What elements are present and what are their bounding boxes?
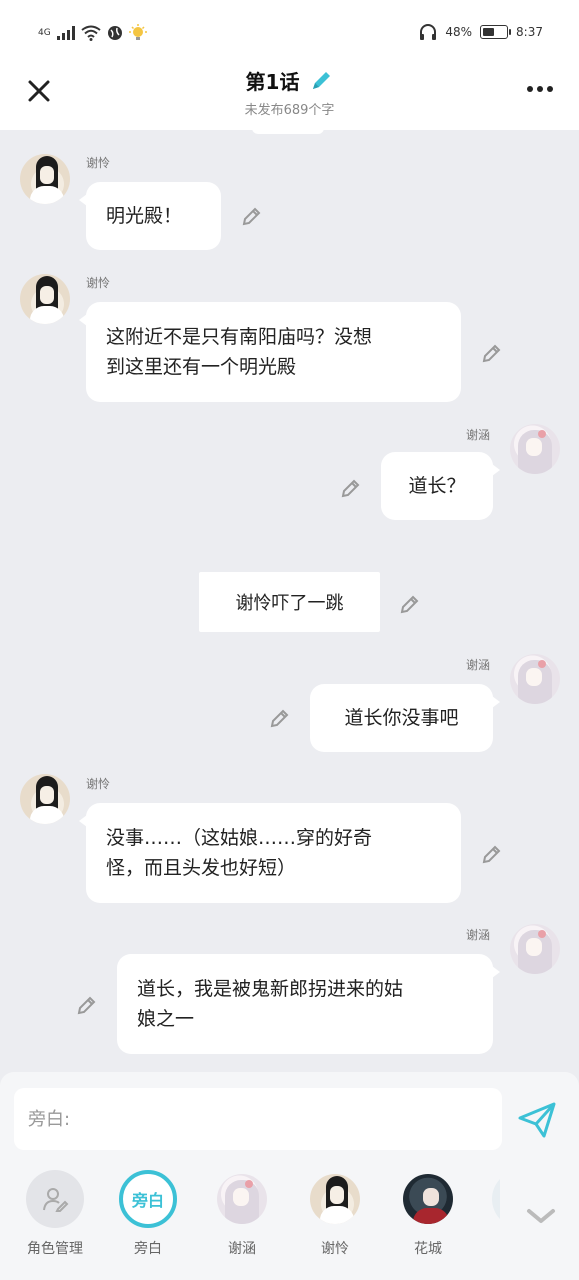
message-text-line: 到这里还有一个明光殿	[106, 356, 297, 378]
role-label: 谢怜	[321, 1241, 349, 1257]
edit-icon[interactable]	[481, 843, 503, 865]
status-bar: 4G 48% 8:37	[0, 0, 579, 62]
message-text: 明光殿！	[106, 205, 183, 227]
send-icon[interactable]	[516, 1100, 558, 1140]
role-selector: 角色管理 旁白 旁白 谢涵 谢怜 花城 暑	[0, 1170, 500, 1270]
role-narration-button[interactable]: 旁白 旁白	[113, 1170, 183, 1258]
clock: 8:37	[516, 25, 543, 39]
message-bubble[interactable]: 道长？	[381, 452, 500, 520]
pencil-icon[interactable]	[309, 69, 333, 93]
role-label: 暑	[486, 1238, 500, 1258]
avatar-xielian[interactable]	[20, 774, 70, 824]
message-text-line: 道长，我是被鬼新郎拐进来的姑	[137, 978, 404, 1000]
avatar-xiehan[interactable]	[510, 924, 560, 974]
narration-block[interactable]: 谢怜吓了一跳	[199, 572, 380, 632]
message-text-line: 娘之一	[137, 1008, 195, 1030]
speaker-name: 谢怜	[86, 276, 111, 290]
role-huacheng-button[interactable]: 花城	[393, 1170, 463, 1258]
role-xielian-button[interactable]: 谢怜	[300, 1170, 370, 1258]
message-text-line: 怪，而且头发也好短）	[106, 857, 297, 879]
edit-icon[interactable]	[399, 593, 421, 615]
role-manage-button[interactable]: 角色管理	[20, 1170, 90, 1258]
role-manage-icon	[26, 1170, 84, 1228]
battery-icon	[480, 25, 512, 39]
message-bubble[interactable]: 道长你没事吧	[310, 684, 500, 752]
globe-icon	[107, 26, 122, 40]
title-block: 第1话 未发布689个字	[0, 66, 579, 118]
speaker-name: 谢涵	[466, 658, 491, 672]
battery-percent: 48%	[445, 25, 473, 39]
role-xiehan-button[interactable]: 谢涵	[207, 1170, 277, 1258]
avatar-xielian[interactable]	[20, 274, 70, 324]
word-count-status: 未发布689个字	[244, 103, 335, 118]
role-avatar	[492, 1170, 500, 1228]
avatar-xiehan[interactable]	[510, 424, 560, 474]
message-bubble[interactable]: 这附近不是只有南阳庙吗？没想 到这里还有一个明光殿	[79, 302, 461, 402]
more-dots-icon[interactable]	[527, 86, 553, 92]
message-text-line: 这附近不是只有南阳庙吗？没想	[106, 326, 373, 348]
role-avatar	[399, 1170, 457, 1228]
network-type: 4G	[38, 28, 51, 38]
role-label: 角色管理	[27, 1241, 83, 1257]
page-title-row: 第1话	[246, 66, 334, 95]
message-bubble[interactable]: 没事……（这姑娘……穿的好奇 怪，而且头发也好短）	[79, 803, 461, 903]
status-right: 48% 8:37	[419, 24, 543, 40]
role-partial-button[interactable]: 暑	[486, 1170, 500, 1258]
message-text-line: 没事……（这姑娘……穿的好奇	[106, 827, 373, 849]
wifi-icon	[81, 25, 101, 41]
role-avatar	[213, 1170, 271, 1228]
edit-icon[interactable]	[269, 707, 291, 729]
role-label: 旁白	[134, 1241, 162, 1257]
page-title: 第1话	[245, 70, 300, 94]
edit-icon[interactable]	[481, 342, 503, 364]
composer-panel: 角色管理 旁白 旁白 谢涵 谢怜 花城 暑	[0, 1072, 579, 1280]
message-bubble[interactable]: 道长，我是被鬼新郎拐进来的姑 娘之一	[117, 954, 500, 1054]
narration-text: 谢怜吓了一跳	[235, 593, 344, 614]
narration-input[interactable]	[14, 1088, 502, 1150]
role-label: 花城	[414, 1241, 442, 1257]
edit-icon[interactable]	[76, 994, 98, 1016]
role-label: 谢涵	[228, 1241, 256, 1257]
battery-fill	[483, 28, 495, 36]
speaker-name: 谢涵	[466, 928, 491, 942]
message-bubble[interactable]: 明光殿！	[79, 182, 221, 250]
speaker-name: 谢怜	[86, 156, 111, 170]
signal-icon	[56, 26, 75, 40]
chevron-down-icon[interactable]	[524, 1204, 558, 1228]
edit-icon[interactable]	[241, 205, 263, 227]
message-text: 道长你没事吧	[344, 707, 459, 729]
message-text: 道长？	[408, 475, 466, 497]
status-left: 4G	[38, 24, 147, 42]
role-avatar	[306, 1170, 364, 1228]
speaker-name: 谢怜	[86, 777, 111, 791]
role-badge: 旁白	[131, 1191, 164, 1210]
role-narration-avatar: 旁白	[119, 1170, 177, 1228]
header-tab	[252, 122, 324, 134]
avatar-xiehan[interactable]	[510, 654, 560, 704]
avatar-xielian[interactable]	[20, 154, 70, 204]
edit-icon[interactable]	[340, 477, 362, 499]
header: 第1话 未发布689个字	[0, 62, 579, 130]
bulb-icon	[128, 24, 147, 40]
headphones-icon	[420, 24, 437, 40]
speaker-name: 谢涵	[466, 428, 491, 442]
